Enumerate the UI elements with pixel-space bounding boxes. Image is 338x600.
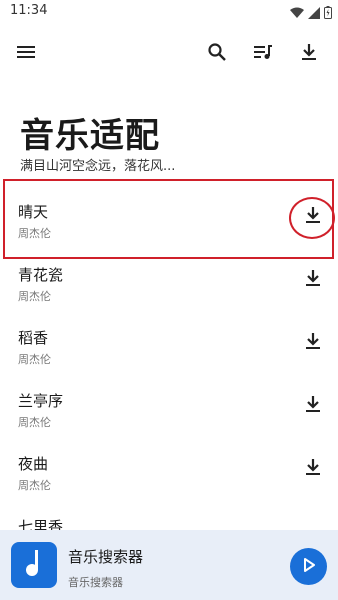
download-all-button[interactable]	[297, 42, 321, 66]
player-title: 音乐搜索器	[68, 548, 144, 566]
song-download-button[interactable]	[300, 330, 326, 356]
download-icon	[304, 457, 322, 481]
song-title: 晴天	[18, 203, 49, 221]
top-toolbar	[0, 36, 338, 72]
song-title: 七里香	[18, 518, 64, 530]
song-item[interactable]: 七里香	[0, 493, 338, 530]
song-artist: 周杰伦	[18, 290, 51, 303]
song-item[interactable]: 稻香 周杰伦	[0, 304, 338, 367]
download-icon	[304, 205, 322, 229]
download-icon	[304, 394, 322, 418]
player-artwork	[11, 542, 57, 588]
play-button[interactable]	[290, 548, 327, 585]
status-time: 11:34	[10, 3, 48, 18]
play-icon	[303, 557, 315, 576]
search-icon	[207, 42, 227, 66]
song-title: 夜曲	[18, 455, 49, 473]
menu-icon	[16, 44, 36, 64]
menu-button[interactable]	[14, 42, 38, 66]
download-icon	[304, 331, 322, 355]
song-artist: 周杰伦	[18, 227, 51, 240]
song-artist: 周杰伦	[18, 479, 51, 492]
song-artist: 周杰伦	[18, 353, 51, 366]
song-item[interactable]: 青花瓷 周杰伦	[0, 241, 338, 304]
playlist-button[interactable]	[251, 42, 275, 66]
playlist-icon	[253, 43, 273, 65]
search-button[interactable]	[205, 42, 229, 66]
song-title: 兰亭序	[18, 392, 64, 410]
song-title: 青花瓷	[18, 266, 64, 284]
song-artist: 周杰伦	[18, 416, 51, 429]
page-title: 音乐适配	[20, 116, 160, 156]
wifi-icon	[290, 4, 304, 23]
song-download-button[interactable]	[300, 393, 326, 419]
download-icon	[304, 268, 322, 292]
signal-icon	[308, 4, 320, 23]
song-item[interactable]: 夜曲 周杰伦	[0, 430, 338, 493]
song-download-button[interactable]	[300, 267, 326, 293]
download-icon	[300, 42, 318, 66]
song-item[interactable]: 兰亭序 周杰伦	[0, 367, 338, 430]
battery-icon	[324, 4, 332, 23]
status-icons	[290, 4, 332, 23]
player-subtitle: 音乐搜索器	[68, 576, 123, 589]
page-subtitle: 满目山河空念远，落花风...	[20, 159, 176, 174]
song-download-button[interactable]	[300, 204, 326, 230]
song-title: 稻香	[18, 329, 49, 347]
song-list: 晴天 周杰伦 青花瓷 周杰伦 稻香 周杰伦 兰亭序 周杰伦 夜曲 周杰伦 七里香	[0, 178, 338, 530]
music-note-icon	[23, 548, 45, 582]
status-bar: 11:34	[0, 0, 338, 24]
song-download-button[interactable]	[300, 456, 326, 482]
song-item[interactable]: 晴天 周杰伦	[0, 178, 338, 241]
